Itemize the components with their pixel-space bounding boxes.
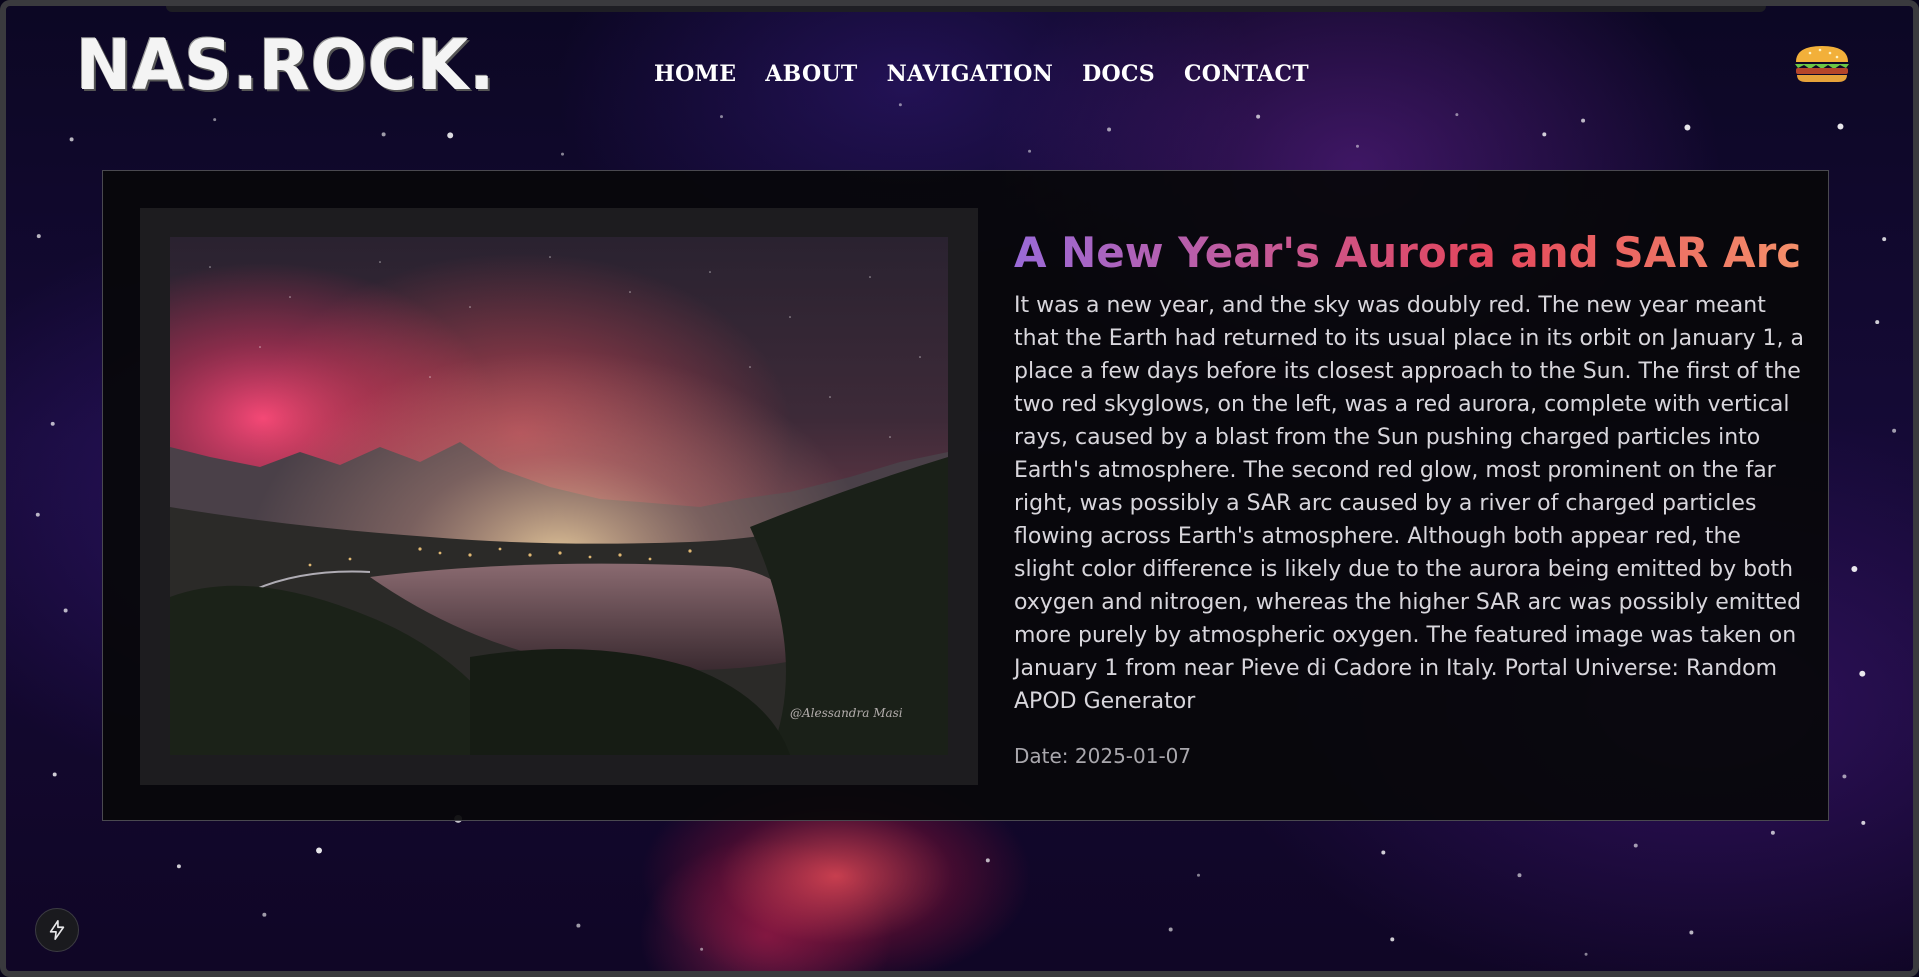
apod-explanation: It was a new year, and the sky was doubl… xyxy=(1014,293,1804,714)
apod-card: @Alessandra Masi A New Year's Aurora and… xyxy=(102,170,1829,821)
nav-item-contact[interactable]: CONTACT xyxy=(1184,61,1309,87)
apod-date: Date: 2025-01-07 xyxy=(1014,744,1192,768)
lightning-bolt-button[interactable] xyxy=(35,908,79,952)
main-nav: HOME ABOUT NAVIGATION DOCS CONTACT xyxy=(654,61,1338,87)
photo-frame: @Alessandra Masi xyxy=(140,208,978,785)
apod-image[interactable]: @Alessandra Masi xyxy=(170,237,948,755)
hamburger-menu-icon[interactable] xyxy=(1792,44,1852,84)
nav-item-about[interactable]: ABOUT xyxy=(765,61,857,87)
image-watermark: @Alessandra Masi xyxy=(790,706,903,720)
apod-title: A New Year's Aurora and SAR Arc xyxy=(1014,225,1801,281)
nav-item-home[interactable]: HOME xyxy=(654,61,736,87)
nav-item-navigation[interactable]: NAVIGATION xyxy=(887,61,1054,87)
aurora-landscape-illustration: @Alessandra Masi xyxy=(170,237,948,755)
lightning-bolt-icon xyxy=(49,920,65,940)
page-frame: NAS.ROCK. HOME ABOUT NAVIGATION DOCS CON… xyxy=(0,0,1919,977)
site-logo[interactable]: NAS.ROCK. xyxy=(76,24,496,108)
nav-item-docs[interactable]: DOCS xyxy=(1082,61,1155,87)
